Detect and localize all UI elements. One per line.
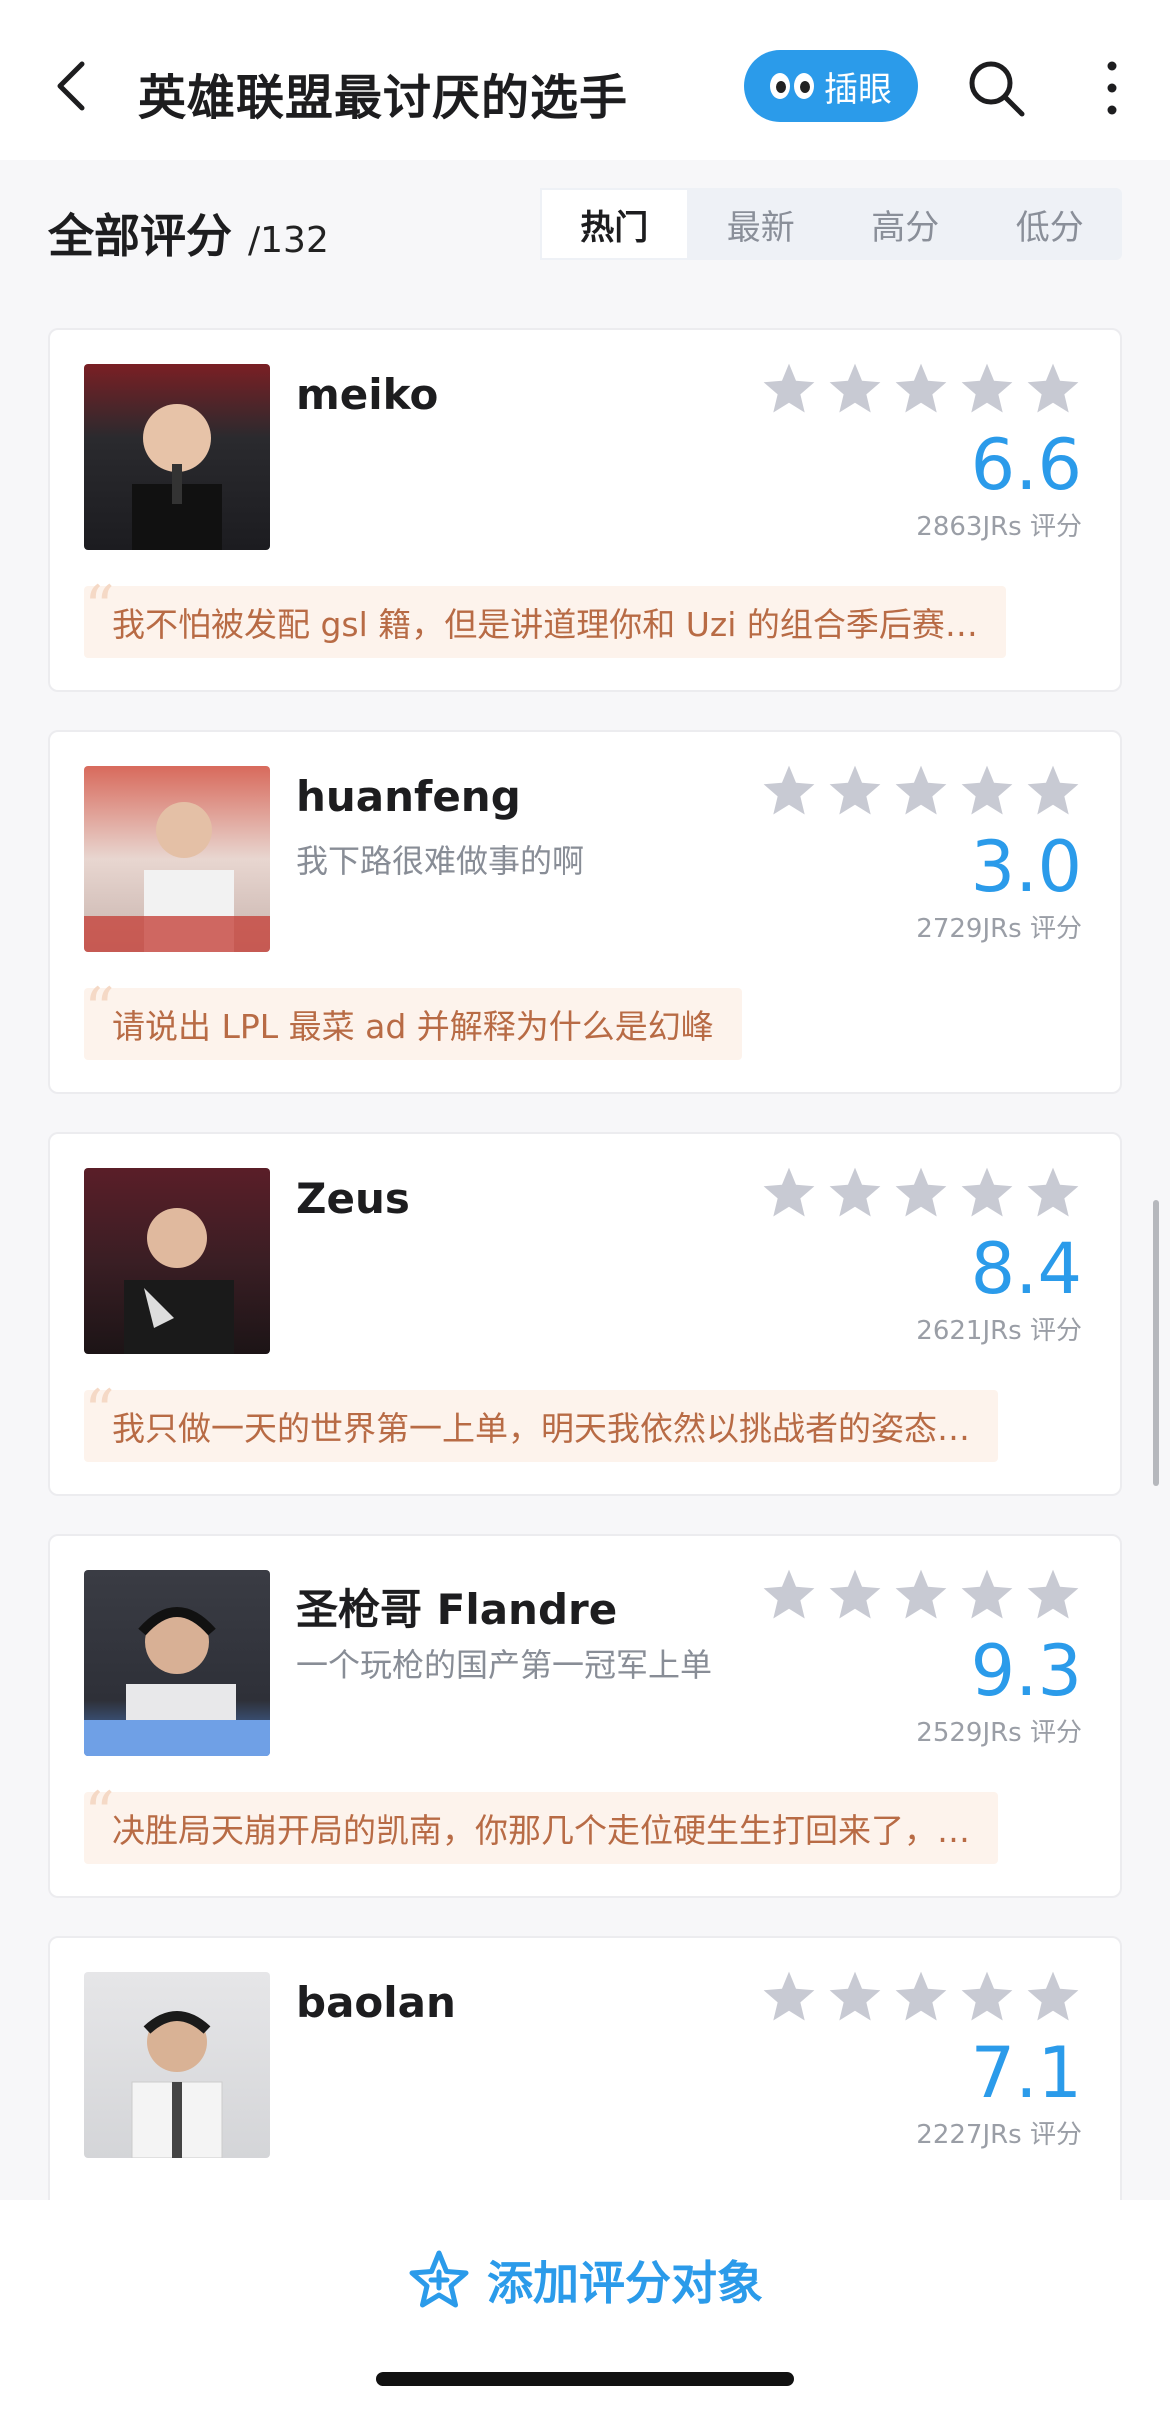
avatar	[84, 1570, 270, 1756]
star-icon	[829, 363, 881, 413]
player-name: meiko	[296, 370, 439, 419]
star-icon	[961, 1167, 1013, 1217]
vote-count: 2621JRs 评分	[916, 1316, 1082, 1346]
top-app-bar: 英雄联盟最讨厌的选手 插眼	[0, 0, 1170, 160]
star-icon	[829, 765, 881, 815]
star-icon	[895, 1569, 947, 1619]
add-rating-target-button[interactable]: 添加评分对象	[0, 2230, 1170, 2330]
star-icon	[829, 1167, 881, 1217]
star-icon	[1027, 1971, 1079, 2021]
star-icon	[961, 1569, 1013, 1619]
star-icon	[763, 1971, 815, 2021]
scrollbar[interactable]	[1153, 1200, 1159, 1486]
home-indicator[interactable]	[376, 2372, 794, 2386]
tab-latest[interactable]: 最新	[689, 188, 834, 260]
player-name: huanfeng	[296, 772, 521, 821]
star-icon	[895, 1167, 947, 1217]
all-ratings-label: 全部评分	[48, 209, 232, 263]
tab-hot[interactable]: 热门	[540, 188, 689, 260]
vote-count: 2863JRs 评分	[916, 512, 1082, 542]
rating-list: meiko 6.6 2863JRs 评分 我不怕被发配 gsl 籍，但是讲道理你…	[48, 328, 1122, 2338]
avatar	[84, 1168, 270, 1354]
tab-low-score[interactable]: 低分	[978, 188, 1123, 260]
player-subtitle: 一个玩枪的国产第一冠军上单	[296, 1646, 713, 1684]
star-icon	[829, 1971, 881, 2021]
list-item[interactable]: meiko 6.6 2863JRs 评分 我不怕被发配 gsl 籍，但是讲道理你…	[48, 328, 1122, 692]
star-icon	[763, 1167, 815, 1217]
top-comment[interactable]: 我不怕被发配 gsl 籍，但是讲道理你和 Uzi 的组合季后赛…	[84, 586, 1006, 658]
peek-button[interactable]: 插眼	[744, 50, 918, 122]
quote-icon: “	[84, 573, 115, 643]
star-icon	[895, 1971, 947, 2021]
player-name: baolan	[296, 1978, 456, 2027]
quote-icon: “	[84, 975, 115, 1045]
star-icon	[1027, 363, 1079, 413]
top-comment[interactable]: 我只做一天的世界第一上单，明天我依然以挑战者的姿态…	[84, 1390, 998, 1462]
page-title: 英雄联盟最讨厌的选手	[138, 70, 629, 126]
list-item[interactable]: huanfeng 我下路很难做事的啊 3.0 2729JRs 评分 请说出 LP…	[48, 730, 1122, 1094]
rating-stars[interactable]	[760, 1164, 1082, 1222]
top-comment[interactable]: 请说出 LPL 最菜 ad 并解释为什么是幻峰	[84, 988, 742, 1060]
star-icon	[961, 765, 1013, 815]
star-icon	[763, 363, 815, 413]
more-vertical-icon[interactable]	[1092, 56, 1132, 120]
rating-stars[interactable]	[760, 1566, 1082, 1624]
player-name: Zeus	[296, 1174, 410, 1223]
peek-label: 插眼	[824, 69, 892, 110]
star-icon	[895, 363, 947, 413]
add-rating-target-label: 添加评分对象	[487, 2256, 763, 2310]
star-icon	[1027, 1167, 1079, 1217]
star-plus-icon	[409, 2250, 469, 2308]
quote-icon: “	[84, 1377, 115, 1447]
tab-high-score[interactable]: 高分	[833, 188, 978, 260]
score-value: 8.4	[970, 1228, 1082, 1310]
star-icon	[1027, 765, 1079, 815]
vote-count: 2729JRs 评分	[916, 914, 1082, 944]
vote-count: 2227JRs 评分	[916, 2120, 1082, 2150]
score-value: 9.3	[970, 1630, 1082, 1712]
sort-tabs: 热门 最新 高分 低分	[540, 188, 1122, 260]
vote-count: 2529JRs 评分	[916, 1718, 1082, 1748]
rating-stars[interactable]	[760, 360, 1082, 418]
all-ratings-heading: 全部评分 /132	[48, 200, 329, 266]
star-icon	[1027, 1569, 1079, 1619]
score-value: 6.6	[970, 424, 1082, 506]
avatar	[84, 364, 270, 550]
star-icon	[961, 363, 1013, 413]
eyes-icon	[770, 73, 814, 99]
avatar	[84, 766, 270, 952]
star-icon	[895, 765, 947, 815]
search-icon[interactable]	[964, 56, 1028, 120]
ratings-count: /132	[248, 220, 329, 261]
list-item[interactable]: Zeus 8.4 2621JRs 评分 我只做一天的世界第一上单，明天我依然以挑…	[48, 1132, 1122, 1496]
score-value: 3.0	[970, 826, 1082, 908]
star-icon	[961, 1971, 1013, 2021]
list-item[interactable]: 圣枪哥 Flandre 一个玩枪的国产第一冠军上单 9.3 2529JRs 评分…	[48, 1534, 1122, 1898]
player-name: 圣枪哥 Flandre	[296, 1585, 618, 1634]
star-icon	[829, 1569, 881, 1619]
player-subtitle: 我下路很难做事的啊	[296, 842, 585, 880]
top-comment[interactable]: 决胜局天崩开局的凯南，你那几个走位硬生生打回来了，…	[84, 1792, 998, 1864]
rating-stars[interactable]	[760, 762, 1082, 820]
back-icon[interactable]	[44, 56, 104, 116]
star-icon	[763, 765, 815, 815]
star-icon	[763, 1569, 815, 1619]
quote-icon: “	[84, 1779, 115, 1849]
score-value: 7.1	[970, 2032, 1082, 2114]
rating-stars[interactable]	[760, 1968, 1082, 2026]
avatar	[84, 1972, 270, 2158]
